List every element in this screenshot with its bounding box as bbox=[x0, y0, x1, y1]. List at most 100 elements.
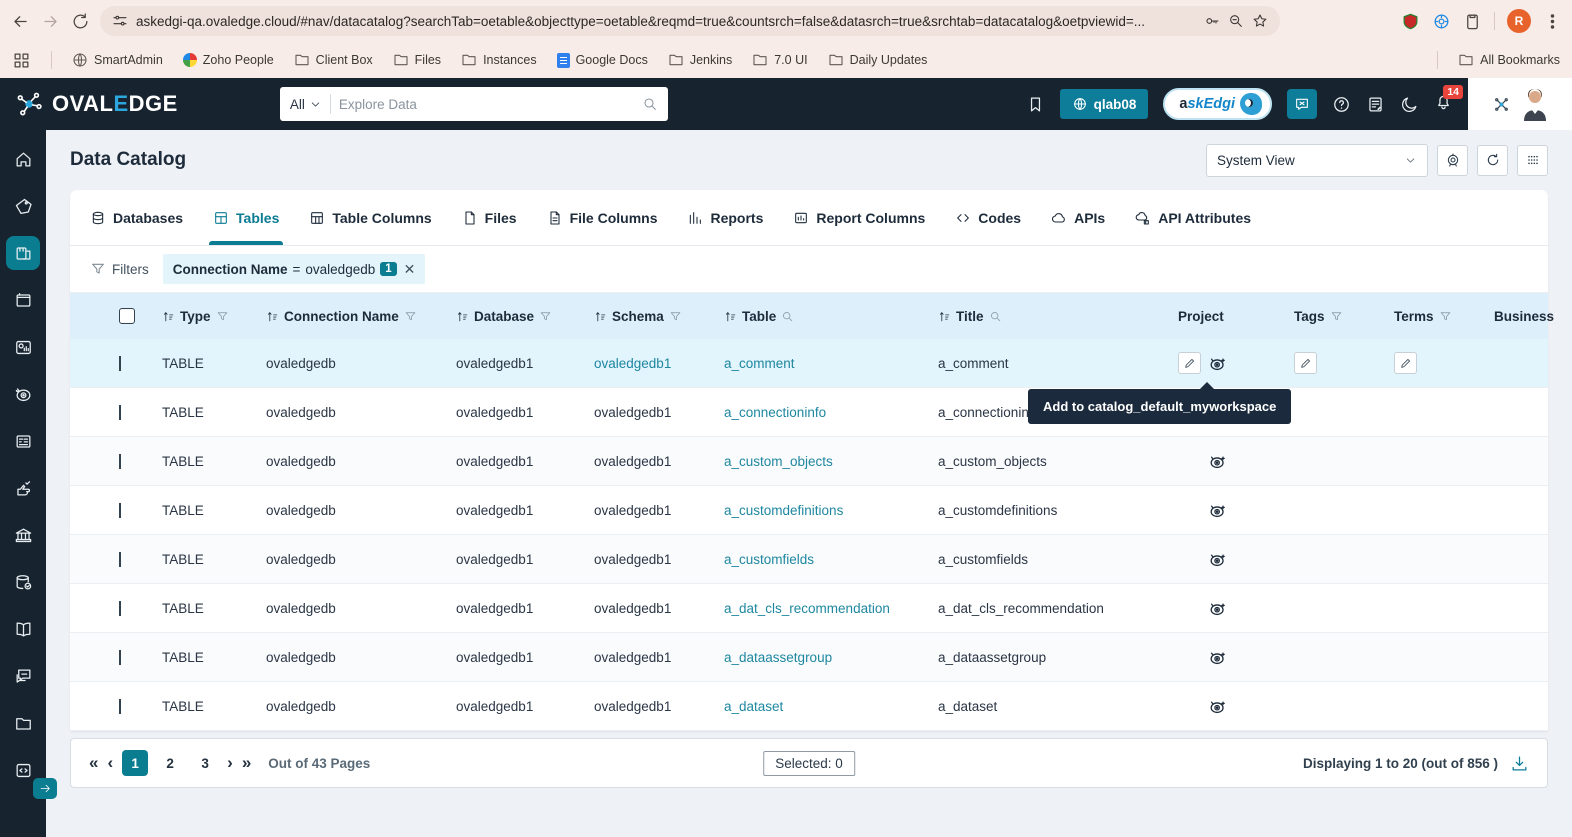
tab-codes[interactable]: Codes bbox=[955, 190, 1021, 245]
help-icon[interactable] bbox=[1332, 95, 1351, 114]
zoom-out-icon[interactable] bbox=[1228, 13, 1244, 29]
sort-icon[interactable] bbox=[724, 310, 737, 323]
page-2-button[interactable]: 2 bbox=[157, 750, 183, 776]
cell-table-link[interactable]: a_dat_cls_recommendation bbox=[724, 601, 938, 616]
filter-funnel-icon[interactable] bbox=[216, 310, 229, 323]
password-key-icon[interactable] bbox=[1204, 13, 1220, 29]
notifications[interactable]: 14 bbox=[1434, 92, 1453, 116]
add-to-workspace-icon[interactable] bbox=[1208, 648, 1227, 667]
sidebar-home[interactable] bbox=[6, 142, 40, 176]
column-header-title[interactable]: Title bbox=[938, 309, 1178, 324]
tab-file-columns[interactable]: File Columns bbox=[547, 190, 658, 245]
sidebar-literacy[interactable] bbox=[6, 612, 40, 646]
filter-funnel-icon[interactable] bbox=[539, 310, 552, 323]
browser-menu-icon[interactable] bbox=[1543, 12, 1562, 31]
sort-icon[interactable] bbox=[938, 310, 951, 323]
last-page-button[interactable]: » bbox=[242, 753, 251, 773]
cell-schema[interactable]: ovaledgedb1 bbox=[594, 503, 724, 518]
cell-table-link[interactable]: a_dataset bbox=[724, 699, 938, 714]
bookmark-smartadmin[interactable]: SmartAdmin bbox=[72, 52, 163, 68]
download-icon[interactable] bbox=[1510, 754, 1529, 773]
cell-schema[interactable]: ovaledgedb1 bbox=[594, 405, 724, 420]
add-to-workspace-icon[interactable] bbox=[1208, 697, 1227, 716]
row-checkbox[interactable] bbox=[119, 503, 121, 518]
cell-table-link[interactable]: a_connectioninfo bbox=[724, 405, 938, 420]
row-checkbox[interactable] bbox=[119, 552, 121, 567]
column-header-database[interactable]: Database bbox=[456, 309, 594, 324]
cell-schema[interactable]: ovaledgedb1 bbox=[594, 356, 724, 371]
ovaledge-logo[interactable]: OVALEDGE bbox=[14, 89, 178, 119]
sort-icon[interactable] bbox=[456, 310, 469, 323]
prev-page-button[interactable]: ‹ bbox=[107, 753, 113, 773]
sidebar-approvals[interactable] bbox=[6, 471, 40, 505]
sidebar-askedgi[interactable] bbox=[6, 377, 40, 411]
cell-schema[interactable]: ovaledgedb1 bbox=[594, 454, 724, 469]
column-header-type[interactable]: Type bbox=[162, 309, 266, 324]
bookmark-star-icon[interactable] bbox=[1252, 13, 1268, 29]
release-notes-icon[interactable] bbox=[1366, 95, 1385, 114]
cell-schema[interactable]: ovaledgedb1 bbox=[594, 650, 724, 665]
bookmark-client-box[interactable]: Client Box bbox=[294, 52, 373, 68]
column-header-project[interactable]: Project bbox=[1178, 309, 1294, 324]
user-profile-panel[interactable] bbox=[1468, 78, 1572, 130]
sidebar-projects[interactable] bbox=[6, 706, 40, 740]
forward-icon[interactable] bbox=[40, 11, 60, 31]
row-checkbox[interactable] bbox=[119, 601, 121, 616]
search-icon[interactable] bbox=[642, 96, 658, 112]
bookmark-icon[interactable] bbox=[1026, 95, 1045, 114]
view-selector-dropdown[interactable]: System View bbox=[1206, 144, 1428, 177]
add-to-workspace-icon[interactable] bbox=[1208, 550, 1227, 569]
edit-terms-button[interactable] bbox=[1394, 352, 1417, 374]
bookmark-daily-updates[interactable]: Daily Updates bbox=[828, 52, 928, 68]
cell-table-link[interactable]: a_customdefinitions bbox=[724, 503, 938, 518]
askedgi-button[interactable]: askEdgi bbox=[1163, 88, 1272, 120]
sidebar-business-glossary[interactable] bbox=[6, 283, 40, 317]
add-to-workspace-icon[interactable] bbox=[1208, 452, 1227, 471]
sort-icon[interactable] bbox=[162, 310, 175, 323]
tab-apis[interactable]: APIs bbox=[1051, 190, 1105, 245]
site-settings-icon[interactable] bbox=[112, 13, 128, 29]
column-header-terms[interactable]: Terms bbox=[1394, 309, 1494, 324]
snowflake-extension-icon[interactable] bbox=[1432, 12, 1451, 31]
environment-button[interactable]: qlab08 bbox=[1060, 89, 1149, 119]
tab-api-attributes[interactable]: API Attributes bbox=[1135, 190, 1251, 245]
column-search-icon[interactable] bbox=[781, 310, 794, 323]
sidebar-collaboration[interactable] bbox=[6, 659, 40, 693]
row-checkbox[interactable] bbox=[119, 356, 121, 371]
filter-chip-connection-name[interactable]: Connection Name = ovaledgedb 1 ✕ bbox=[163, 254, 426, 284]
column-header-business[interactable]: Business bbox=[1494, 309, 1572, 324]
column-header-table[interactable]: Table bbox=[724, 309, 938, 324]
sidebar-data-catalog[interactable] bbox=[6, 236, 40, 270]
address-bar[interactable]: askedgi-qa.ovaledge.cloud/#nav/datacatal… bbox=[100, 6, 1280, 36]
dark-mode-moon-icon[interactable] bbox=[1400, 95, 1419, 114]
edit-tags-button[interactable] bbox=[1294, 352, 1317, 374]
add-to-workspace-icon[interactable] bbox=[1208, 599, 1227, 618]
tab-tables[interactable]: Tables bbox=[213, 190, 279, 245]
apps-grid-icon[interactable] bbox=[12, 51, 31, 70]
first-page-button[interactable]: « bbox=[89, 753, 98, 773]
cell-table-link[interactable]: a_dataassetgroup bbox=[724, 650, 938, 665]
cell-table-link[interactable]: a_comment bbox=[724, 356, 938, 371]
sidebar-reports[interactable] bbox=[6, 330, 40, 364]
cell-schema[interactable]: ovaledgedb1 bbox=[594, 552, 724, 567]
select-all-checkbox[interactable] bbox=[119, 308, 135, 324]
search-scope-dropdown[interactable]: All bbox=[290, 97, 322, 112]
filter-funnel-icon[interactable] bbox=[1330, 310, 1343, 323]
sort-icon[interactable] bbox=[266, 310, 279, 323]
all-bookmarks[interactable]: All Bookmarks bbox=[1458, 52, 1560, 68]
bookmark-jenkins[interactable]: Jenkins bbox=[668, 52, 732, 68]
bookmark-files[interactable]: Files bbox=[393, 52, 441, 68]
row-checkbox[interactable] bbox=[119, 454, 121, 469]
edit-project-button[interactable] bbox=[1178, 352, 1201, 374]
sidebar-data-quality[interactable] bbox=[6, 424, 40, 458]
sidebar-expand-button[interactable] bbox=[33, 778, 57, 799]
cell-schema[interactable]: ovaledgedb1 bbox=[594, 699, 724, 714]
global-search[interactable]: All Explore Data bbox=[280, 87, 668, 121]
column-header-tags[interactable]: Tags bbox=[1294, 309, 1394, 324]
tab-report-columns[interactable]: Report Columns bbox=[793, 190, 925, 245]
sidebar-tags[interactable] bbox=[6, 189, 40, 223]
tab-databases[interactable]: Databases bbox=[90, 190, 183, 245]
page-3-button[interactable]: 3 bbox=[192, 750, 218, 776]
sidebar-governance[interactable] bbox=[6, 518, 40, 552]
bookmark-instances[interactable]: Instances bbox=[461, 52, 537, 68]
